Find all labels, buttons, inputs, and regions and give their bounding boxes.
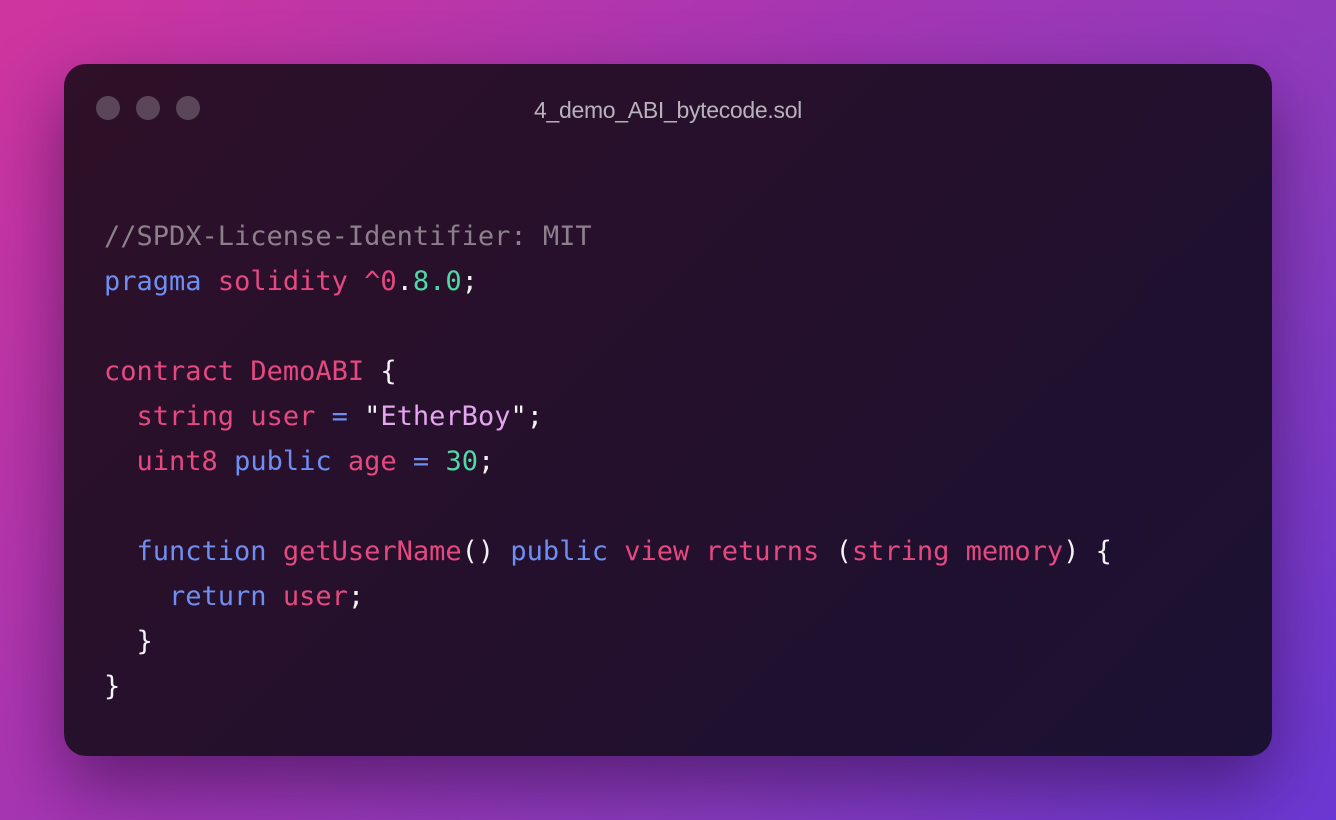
code-line: uint8 public age = 30; xyxy=(104,439,1112,484)
code-token: view returns xyxy=(624,536,820,567)
code-line: } xyxy=(104,664,1112,709)
code-token: = xyxy=(315,401,365,432)
code-token: solidity ^0 xyxy=(217,266,397,297)
code-token: ) { xyxy=(1063,536,1112,567)
code-token: { xyxy=(364,356,397,387)
code-token: 30 xyxy=(445,446,478,477)
code-token: DemoABI xyxy=(250,356,365,387)
code-token: getUserName xyxy=(282,536,462,567)
code-token: pragma xyxy=(104,266,202,297)
code-token: "; xyxy=(510,401,543,432)
code-token: user xyxy=(282,581,348,612)
code-token: contract xyxy=(104,356,235,387)
window-title: 4_demo_ABI_bytecode.sol xyxy=(533,97,802,123)
code-token: string memory xyxy=(851,536,1064,567)
code-line: function getUserName() public view retur… xyxy=(104,529,1112,574)
code-token: } xyxy=(104,626,153,657)
code-token: EtherBoy xyxy=(380,401,511,432)
code-token: return xyxy=(169,581,267,612)
code-token: . xyxy=(396,266,413,297)
code-token: ( xyxy=(819,536,852,567)
window-titlebar: 4_demo_ABI_bytecode.sol xyxy=(64,64,1272,154)
code-window: 4_demo_ABI_bytecode.sol //SPDX-License-I… xyxy=(64,64,1272,756)
code-token: ; xyxy=(347,581,365,612)
code-token: uint8 xyxy=(136,446,218,477)
code-line: pragma solidity ^0.8.0; xyxy=(104,259,1112,304)
code-token: ; xyxy=(477,446,495,477)
code-line: } xyxy=(104,619,1112,664)
code-line: return user; xyxy=(104,574,1112,619)
code-token: () xyxy=(461,536,511,567)
code-token: ; xyxy=(461,266,478,297)
code-token: = xyxy=(396,446,446,477)
code-token: age xyxy=(347,446,397,477)
code-token: string xyxy=(136,401,235,432)
code-line: //SPDX-License-Identifier: MIT xyxy=(104,214,1112,259)
code-token: //SPDX-License-Identifier: MIT xyxy=(104,221,592,252)
code-line: string user = "EtherBoy"; xyxy=(104,394,1112,439)
code-block: //SPDX-License-Identifier: MIT pragma sol… xyxy=(104,214,1112,709)
code-token: " xyxy=(364,401,381,432)
code-line: contract DemoABI { xyxy=(104,349,1112,394)
code-token: function xyxy=(136,536,267,567)
code-token: public xyxy=(510,536,608,567)
code-token: 8.0 xyxy=(412,266,462,297)
code-token: } xyxy=(104,671,121,702)
code-token: user xyxy=(250,401,316,432)
code-token: public xyxy=(234,446,332,477)
